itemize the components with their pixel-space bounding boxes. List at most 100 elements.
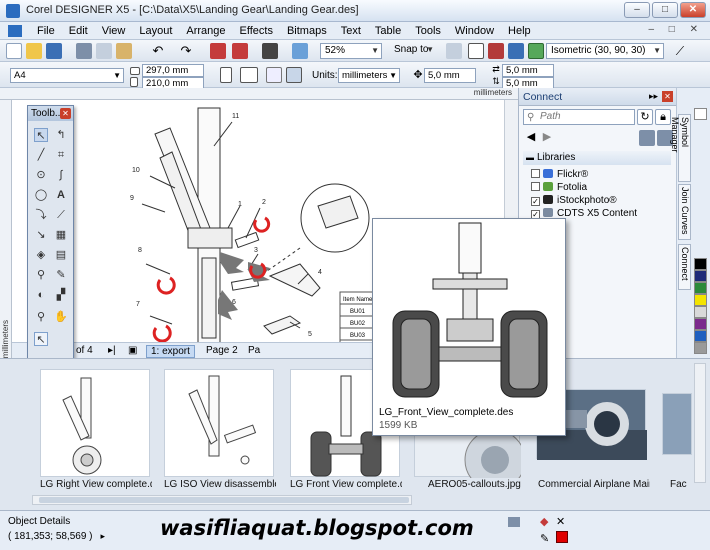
docker-options-icon[interactable]: ▸▸ xyxy=(649,91,658,102)
back-icon[interactable]: ◀ xyxy=(523,130,539,146)
crop-tool-icon[interactable]: ⌗ xyxy=(54,148,68,162)
pick-tool-icon[interactable]: ↖ xyxy=(34,128,48,142)
library-checkbox[interactable] xyxy=(531,169,540,178)
transparency-tool-icon[interactable]: ▤ xyxy=(54,248,68,262)
text-tool-icon[interactable]: A xyxy=(54,188,68,202)
tray-horizontal-scrollbar[interactable] xyxy=(32,495,412,505)
snap-icon[interactable] xyxy=(446,43,462,59)
vertical-ruler[interactable]: millimeters xyxy=(0,100,12,358)
tab-join-curves[interactable]: Join Curves xyxy=(678,184,691,240)
tab-page-2[interactable]: Page 2 xyxy=(206,345,238,356)
color-swatch[interactable] xyxy=(694,294,707,306)
zoom-level-combo[interactable]: 52% ▼ xyxy=(320,43,382,59)
open-folder-icon[interactable] xyxy=(26,43,42,59)
freehand-tool-icon[interactable]: ∫ xyxy=(54,168,68,182)
application-launcher-icon[interactable] xyxy=(292,43,308,59)
docker-close-icon[interactable]: ✕ xyxy=(662,91,673,102)
color-swatch[interactable] xyxy=(694,306,707,318)
document-palette-icon[interactable] xyxy=(508,517,520,527)
cube-green-icon[interactable] xyxy=(528,43,544,59)
tray-vertical-scrollbar[interactable] xyxy=(694,363,706,483)
cube-red-icon[interactable] xyxy=(488,43,504,59)
tab-symbol-manager[interactable]: Symbol Manager xyxy=(670,114,691,182)
save-icon[interactable] xyxy=(46,43,62,59)
portrait-icon[interactable] xyxy=(220,67,232,83)
library-item[interactable]: Fotolia xyxy=(531,182,587,193)
dimension-tool-icon[interactable]: ⟋ xyxy=(54,208,68,222)
connector-tool-icon[interactable]: ⤵ xyxy=(34,208,48,222)
tray-thumbnail[interactable] xyxy=(662,393,692,455)
color-swatch[interactable] xyxy=(694,330,707,342)
scrollbar-thumb[interactable] xyxy=(39,497,409,503)
menu-help[interactable]: Help xyxy=(501,25,538,37)
snap-to-dropdown[interactable]: Snap to ▼ xyxy=(390,43,436,59)
menu-edit[interactable]: Edit xyxy=(62,25,95,37)
menu-view[interactable]: View xyxy=(95,25,133,37)
eyedropper-tool-icon[interactable]: ⚲ xyxy=(34,268,48,282)
library-checkbox[interactable] xyxy=(531,182,540,191)
libraries-header[interactable]: ▬ Libraries xyxy=(523,151,671,165)
units-select[interactable]: millimeters ▼ xyxy=(338,68,400,83)
library-item[interactable]: ✓ iStockphoto® xyxy=(531,195,617,206)
zoom-target-icon[interactable]: ⊙ xyxy=(34,168,48,182)
table-tool-icon[interactable]: ▦ xyxy=(54,228,68,242)
horizontal-ruler[interactable]: millimeters xyxy=(0,88,518,100)
menu-window[interactable]: Window xyxy=(448,25,501,37)
menu-arrange[interactable]: Arrange xyxy=(179,25,232,37)
outline-pen-icon[interactable]: ✎ xyxy=(54,268,68,282)
tray-thumbnail[interactable] xyxy=(40,369,150,477)
shape-tool-icon[interactable]: ↰ xyxy=(54,128,68,142)
library-item[interactable]: Flickr® xyxy=(531,169,588,180)
color-swatch[interactable] xyxy=(694,270,707,282)
ellipse-tool-icon[interactable]: ◯ xyxy=(34,188,48,202)
menu-layout[interactable]: Layout xyxy=(132,25,179,37)
callout-tool-icon[interactable]: ↘ xyxy=(34,228,48,242)
menu-tools[interactable]: Tools xyxy=(408,25,448,37)
tray-thumbnail[interactable] xyxy=(164,369,274,477)
last-page-icon[interactable]: ▸| xyxy=(108,345,116,356)
duplicate-x-field[interactable]: 5,0 mm xyxy=(502,64,554,77)
lock-icon[interactable]: 🔒︎ xyxy=(655,109,671,125)
color-swatch[interactable] xyxy=(694,318,707,330)
current-page-icon[interactable] xyxy=(286,67,302,83)
outline-indicator-icon[interactable]: ✎ xyxy=(540,532,549,545)
projection-tool-icon[interactable]: ⟋ xyxy=(672,43,688,59)
blend-tool-icon[interactable]: ◈ xyxy=(34,248,48,262)
cube-blue-icon[interactable] xyxy=(508,43,524,59)
tab-page-3[interactable]: Pa xyxy=(248,345,260,356)
interactive-fill-icon[interactable]: ▞ xyxy=(54,288,68,302)
export-icon[interactable] xyxy=(232,43,248,59)
new-document-icon[interactable] xyxy=(6,43,22,59)
line-tool-icon[interactable]: ╱ xyxy=(34,148,48,162)
page-size-select[interactable]: A4 ▼ xyxy=(10,68,124,83)
library-checkbox[interactable]: ✓ xyxy=(531,197,540,206)
undo-icon[interactable]: ↶ xyxy=(150,43,166,59)
fill-indicator-icon[interactable]: ◆ xyxy=(540,515,548,528)
menu-text[interactable]: Text xyxy=(334,25,368,37)
redo-icon[interactable]: ↷ xyxy=(178,43,194,59)
nudge-distance-field[interactable]: 5,0 mm xyxy=(424,68,476,83)
menu-effects[interactable]: Effects xyxy=(233,25,280,37)
color-swatch[interactable] xyxy=(694,282,707,294)
all-pages-icon[interactable] xyxy=(266,67,282,83)
menu-file[interactable]: File xyxy=(30,25,62,37)
fill-tool-icon[interactable]: ◐ xyxy=(34,288,48,302)
menu-bitmaps[interactable]: Bitmaps xyxy=(280,25,334,37)
close-button[interactable]: ✕ xyxy=(680,2,706,18)
landscape-icon[interactable] xyxy=(240,67,258,83)
color-swatch[interactable] xyxy=(694,342,707,354)
outline-color-swatch[interactable] xyxy=(556,531,568,543)
document-window-controls[interactable]: – □ ✕ xyxy=(648,24,704,35)
toolbox-close-icon[interactable]: ✕ xyxy=(60,108,71,119)
refresh-icon[interactable]: ↻ xyxy=(637,109,653,125)
frame-icon[interactable] xyxy=(468,43,484,59)
minimize-button[interactable]: – xyxy=(624,2,650,18)
print-icon[interactable] xyxy=(262,43,278,59)
page-width-field[interactable]: 297,0 mm xyxy=(142,64,204,77)
tab-page-1[interactable]: 1: export xyxy=(146,345,195,358)
path-search-input[interactable]: ⚲ Path xyxy=(523,109,635,125)
menu-table[interactable]: Table xyxy=(368,25,408,37)
color-swatch[interactable] xyxy=(694,258,707,270)
toolbox-options-icon[interactable]: ↖ xyxy=(34,332,48,346)
no-fill-icon[interactable]: ✕ xyxy=(556,515,565,528)
